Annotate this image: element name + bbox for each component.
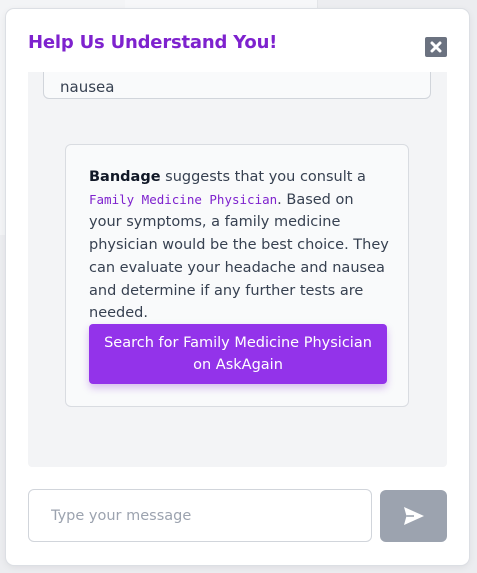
search-specialist-button[interactable]: Search for Family Medicine Physician on … xyxy=(89,324,387,384)
bot-name: Bandage xyxy=(89,169,161,185)
user-message-bubble: nausea xyxy=(43,72,431,99)
specialist-name: Family Medicine Physician xyxy=(89,191,278,207)
send-button[interactable] xyxy=(380,490,447,542)
close-icon xyxy=(430,41,442,53)
modal-header: Help Us Understand You! xyxy=(6,9,469,72)
bot-reply-card: Bandage suggests that you consult a Fami… xyxy=(65,144,409,407)
message-input-wrapper xyxy=(28,489,372,542)
user-message-text: nausea xyxy=(60,78,115,96)
message-input[interactable] xyxy=(29,490,371,541)
close-button[interactable] xyxy=(425,37,447,57)
help-modal: Help Us Understand You! nausea Bandage s… xyxy=(6,9,469,565)
reply-text-before: suggests that you consult a xyxy=(160,169,366,185)
chat-area[interactable]: nausea Bandage suggests that you consult… xyxy=(28,72,447,467)
reply-text-after: . Based on your symptoms, a family medic… xyxy=(89,191,389,322)
bot-reply-text: Bandage suggests that you consult a Fami… xyxy=(89,166,389,325)
modal-title: Help Us Understand You! xyxy=(28,32,278,53)
send-icon xyxy=(403,507,424,525)
